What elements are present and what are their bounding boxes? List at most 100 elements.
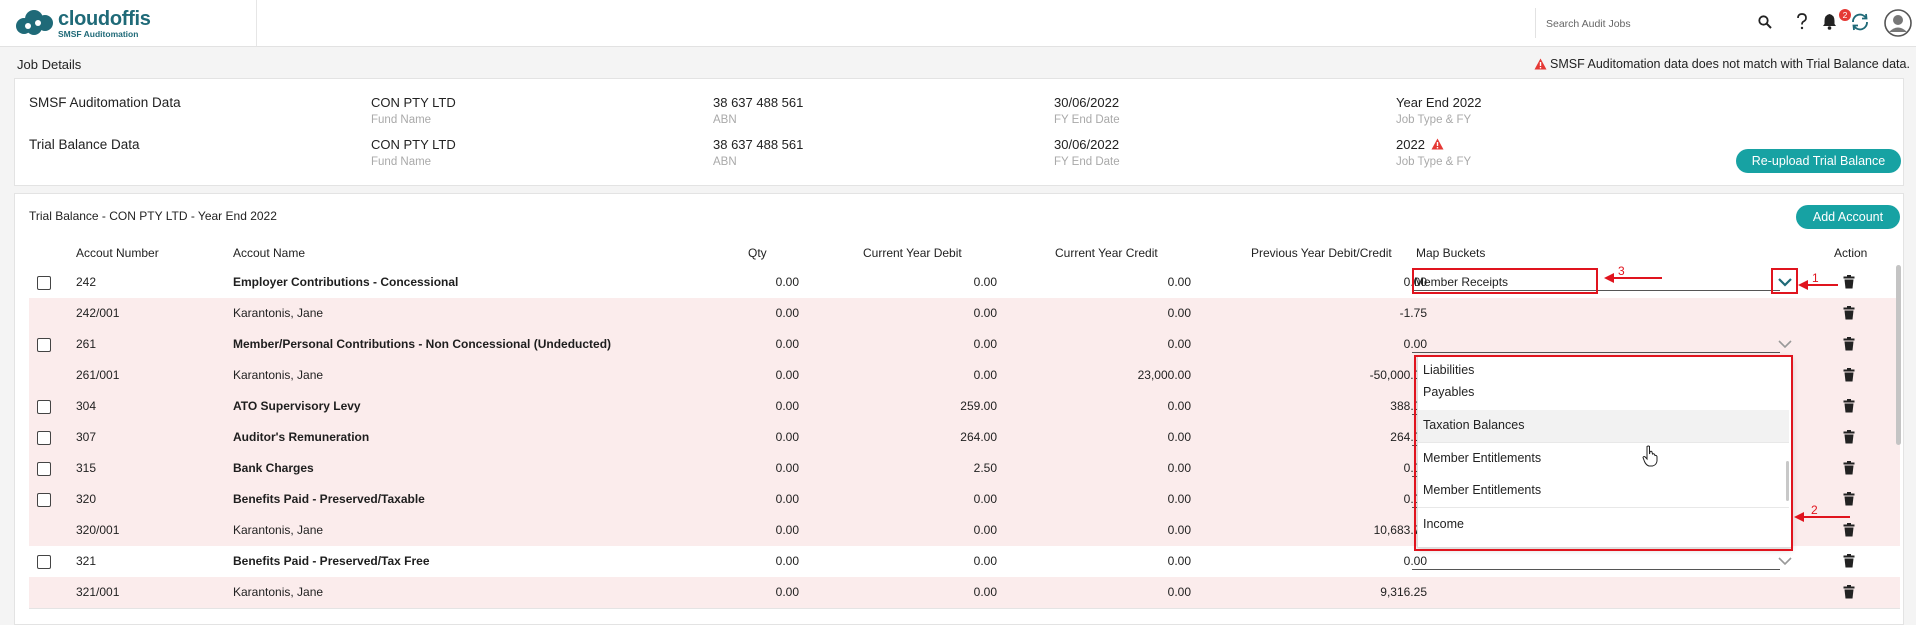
job-type-caption: Job Type & FY <box>1396 156 1472 168</box>
trash-icon[interactable] <box>1843 492 1855 506</box>
account-number-cell: 321/001 <box>76 585 120 599</box>
current-year-debit-cell: 0.00 <box>973 275 997 289</box>
annotation-box-selected-value <box>1412 268 1598 294</box>
current-year-credit-cell: 0.00 <box>1167 306 1191 320</box>
top-bar: cloudoffis SMSF Auditomation 2 <box>0 0 1916 47</box>
trial-balance-data-label: Trial Balance Data <box>29 137 140 152</box>
warning-icon <box>1431 138 1444 150</box>
current-year-credit-cell: 23,000.00 <box>1137 368 1191 382</box>
job-type-text: 2022 <box>1396 137 1425 152</box>
row-checkbox[interactable] <box>37 276 51 290</box>
warning-text: SMSF Auditomation data does not match wi… <box>1550 57 1910 71</box>
search-box <box>1535 8 1776 38</box>
annotation-box-chevron <box>1771 268 1798 294</box>
bell-icon[interactable] <box>1822 13 1837 30</box>
search-icon[interactable] <box>1758 15 1772 29</box>
chevron-down-icon[interactable] <box>1778 557 1792 566</box>
row-checkbox[interactable] <box>37 400 51 414</box>
account-name-cell: Benefits Paid - Preserved/Tax Free <box>233 554 430 568</box>
account-name-cell: Employer Contributions - Concessional <box>233 275 459 289</box>
page-scrollbar[interactable] <box>1896 265 1901 445</box>
previous-year-cell: 0.00 <box>1403 492 1427 506</box>
current-year-debit-cell: 2.50 <box>973 461 997 475</box>
col-current-year-debit: Current Year Debit <box>863 246 962 260</box>
previous-year-cell: 9,316.25 <box>1380 585 1427 599</box>
trash-icon[interactable] <box>1843 368 1855 382</box>
account-name-cell: Bank Charges <box>233 461 314 475</box>
trash-icon[interactable] <box>1843 461 1855 475</box>
account-name-cell: Karantonis, Jane <box>233 523 324 537</box>
trash-icon[interactable] <box>1843 523 1855 537</box>
current-year-credit-cell: 0.00 <box>1167 275 1191 289</box>
help-icon[interactable] <box>1796 13 1808 31</box>
account-name-cell: ATO Supervisory Levy <box>233 399 361 413</box>
current-year-debit-cell: 264.00 <box>960 430 997 444</box>
current-year-credit-cell: 0.00 <box>1167 554 1191 568</box>
table-row: 242/001 Karantonis, Jane 0.00 0.00 0.00 -1.75 <box>29 298 1900 330</box>
fund-name-caption: Fund Name <box>371 156 432 168</box>
qty-cell: 0.00 <box>775 399 799 413</box>
previous-year-cell: 0.00 <box>1403 554 1427 568</box>
fund-name-value: CON PTY LTD <box>371 95 456 110</box>
logo[interactable]: cloudoffis SMSF Auditomation <box>0 0 257 46</box>
row-checkbox[interactable] <box>37 493 51 507</box>
previous-year-cell: 0.00 <box>1403 461 1427 475</box>
trash-icon[interactable] <box>1843 337 1855 351</box>
current-year-credit-cell: 0.00 <box>1167 585 1191 599</box>
row-checkbox[interactable] <box>37 338 51 352</box>
qty-cell: 0.00 <box>775 585 799 599</box>
qty-cell: 0.00 <box>775 430 799 444</box>
account-name-cell: Karantonis, Jane <box>233 368 324 382</box>
trash-icon[interactable] <box>1843 399 1855 413</box>
account-name-cell: Karantonis, Jane <box>233 585 324 599</box>
current-year-debit-cell: 0.00 <box>973 492 997 506</box>
account-number-cell: 304 <box>76 399 97 413</box>
fund-name-caption: Fund Name <box>371 114 432 126</box>
qty-cell: 0.00 <box>775 275 799 289</box>
smsf-data-label: SMSF Auditomation Data <box>29 95 181 110</box>
trash-icon[interactable] <box>1843 275 1855 289</box>
current-year-credit-cell: 0.00 <box>1167 461 1191 475</box>
row-checkbox[interactable] <box>37 462 51 476</box>
row-checkbox[interactable] <box>37 431 51 445</box>
col-account-number: Accout Number <box>76 246 159 260</box>
row-checkbox[interactable] <box>37 555 51 569</box>
account-number-cell: 261/001 <box>76 368 120 382</box>
trial-balance-title: Trial Balance - CON PTY LTD - Year End 2… <box>29 209 277 223</box>
qty-cell: 0.00 <box>775 554 799 568</box>
brand-tagline: SMSF Auditomation <box>58 29 139 39</box>
map-bucket-underline[interactable] <box>1412 569 1780 570</box>
col-qty: Qty <box>748 246 767 260</box>
job-type-value: Year End 2022 <box>1396 95 1482 110</box>
avatar[interactable] <box>1884 9 1912 37</box>
col-account-name: Accout Name <box>233 246 306 260</box>
trash-icon[interactable] <box>1843 430 1855 444</box>
sync-icon[interactable] <box>1849 11 1871 33</box>
warning-icon <box>1534 58 1547 70</box>
trash-icon[interactable] <box>1843 554 1855 568</box>
annotation-arrow-2 <box>1794 512 1850 522</box>
qty-cell: 0.00 <box>775 461 799 475</box>
previous-year-cell: 0.00 <box>1403 275 1427 289</box>
account-number-cell: 321 <box>76 554 97 568</box>
search-input[interactable] <box>1544 14 1748 34</box>
account-number-cell: 307 <box>76 430 97 444</box>
reupload-trial-balance-button[interactable]: Re-upload Trial Balance <box>1736 149 1901 173</box>
table-row: 321/001 Karantonis, Jane 0.00 0.00 0.00 9,316… <box>29 577 1900 609</box>
annotation-box-dropdown <box>1414 355 1793 551</box>
current-year-debit-cell: 0.00 <box>973 585 997 599</box>
chevron-down-icon[interactable] <box>1778 340 1792 349</box>
previous-year-cell: 264.00 <box>1390 430 1427 444</box>
previous-year-cell: 388.00 <box>1390 399 1427 413</box>
account-number-cell: 242/001 <box>76 306 120 320</box>
account-number-cell: 261 <box>76 337 97 351</box>
trash-icon[interactable] <box>1843 585 1855 599</box>
qty-cell: 0.00 <box>775 492 799 506</box>
add-account-button[interactable]: Add Account <box>1796 205 1900 229</box>
annotation-arrow-1 <box>1798 280 1838 290</box>
trash-icon[interactable] <box>1843 306 1855 320</box>
map-bucket-underline[interactable] <box>1412 352 1780 353</box>
account-name-cell: Karantonis, Jane <box>233 306 324 320</box>
account-name-cell: Benefits Paid - Preserved/Taxable <box>233 492 425 506</box>
qty-cell: 0.00 <box>775 306 799 320</box>
